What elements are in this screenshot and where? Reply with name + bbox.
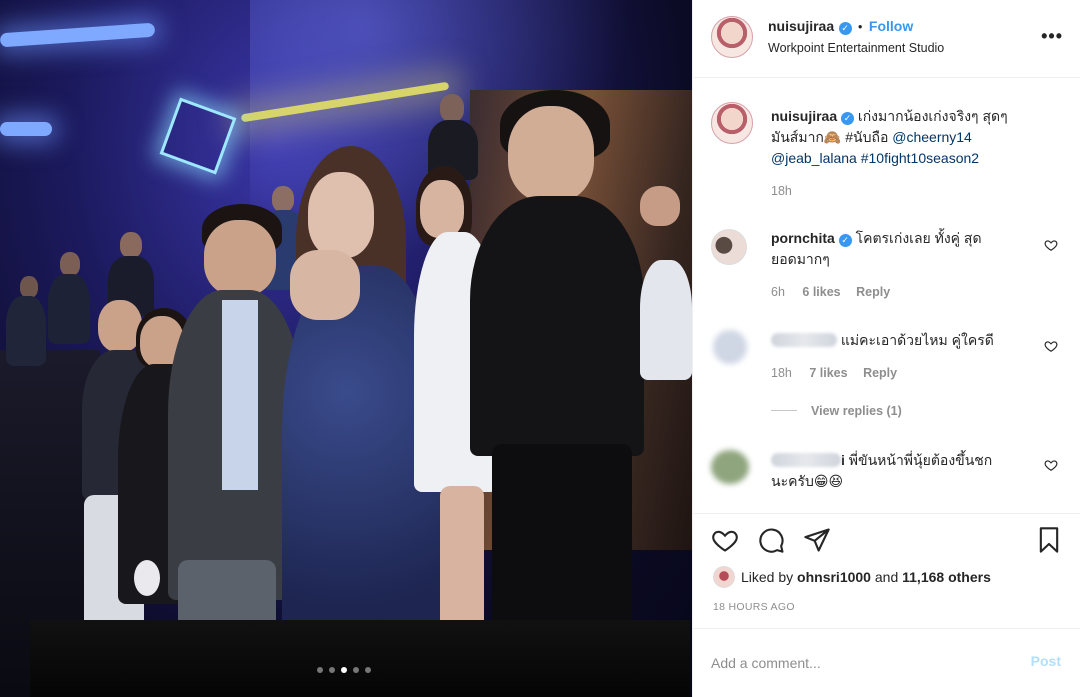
more-options-icon[interactable]: ••• <box>1041 26 1063 47</box>
comment-text: นะครับ😁😆 <box>771 473 844 489</box>
comment-text: พี่ขันหน้าพี่นุ้ยต้องขึ้นชก <box>848 452 993 468</box>
caption-text: มันส์มาก🙈 #นับถือ <box>771 129 889 145</box>
carousel-dot[interactable] <box>341 667 347 673</box>
location-link[interactable]: Workpoint Entertainment Studio <box>768 41 944 55</box>
share-paper-plane-icon[interactable] <box>803 526 831 554</box>
carousel-dot[interactable] <box>353 667 359 673</box>
blurred-username <box>771 333 837 347</box>
add-comment-bar: Post <box>693 628 1080 697</box>
verified-badge-icon: ✓ <box>841 112 855 125</box>
carousel-dot[interactable] <box>329 667 335 673</box>
stage-light-beam <box>0 122 52 136</box>
post-photo[interactable] <box>0 0 692 697</box>
likes-others-link[interactable]: 11,168 others <box>902 569 991 585</box>
mention-link[interactable]: @cheerny14 <box>892 129 972 145</box>
post-actions-bar <box>693 513 1080 561</box>
reply-button[interactable]: Reply <box>863 366 897 380</box>
avatar[interactable] <box>713 330 747 364</box>
blurred-username <box>771 453 841 467</box>
verified-badge-icon: ✓ <box>838 234 852 247</box>
add-comment-input[interactable] <box>711 651 1011 675</box>
avatar[interactable] <box>711 16 753 58</box>
comment-bubble-icon[interactable] <box>757 526 785 554</box>
carousel-dot[interactable] <box>317 667 323 673</box>
caption-time: 18h <box>771 184 792 198</box>
view-replies-label: View replies (1) <box>811 404 902 418</box>
avatar[interactable] <box>713 566 735 588</box>
mention-link[interactable]: @jeab_lalana <box>771 150 857 166</box>
stage-decoration <box>159 97 237 175</box>
like-comment-heart-icon[interactable] <box>1044 458 1058 472</box>
hashtag-link[interactable]: #10fight10season2 <box>861 150 979 166</box>
like-heart-icon[interactable] <box>711 526 739 554</box>
caption-text: เก่งมากน้องเก่งจริงๆ สุดๆ <box>857 108 1008 124</box>
post-header: nuisujiraa ✓ • Follow Workpoint Entertai… <box>693 0 1080 78</box>
follow-button[interactable]: Follow <box>869 18 913 34</box>
verified-badge-icon: ✓ <box>838 22 852 35</box>
comment-text: โคตรเก่งเลย ทั้งคู่ สุด <box>855 230 982 246</box>
header-username[interactable]: nuisujiraa <box>768 18 834 34</box>
like-comment-heart-icon[interactable] <box>1044 339 1058 353</box>
post-side-panel: nuisujiraa ✓ • Follow Workpoint Entertai… <box>692 0 1080 697</box>
foreground-seats <box>30 620 690 697</box>
avatar[interactable] <box>711 102 753 144</box>
comment-likes[interactable]: 7 likes <box>809 366 847 380</box>
view-replies-button[interactable]: View replies (1) <box>771 404 902 418</box>
likes-summary: Liked by ohnsri1000 and 11,168 others <box>713 566 991 588</box>
post-timestamp: 18 HOURS AGO <box>713 601 795 613</box>
post-comment-button[interactable]: Post <box>1031 653 1061 669</box>
comment-username-fragment[interactable]: i <box>841 452 845 468</box>
comment-time: 6h <box>771 285 785 299</box>
reply-button[interactable]: Reply <box>856 285 890 299</box>
carousel-indicator <box>317 667 371 673</box>
comment-text: ยอดมากๆ <box>771 251 830 267</box>
comment-text: แม่คะเอาด้วยไหม คู่ใครดี <box>840 332 994 348</box>
header-separator: • <box>858 20 863 34</box>
avatar[interactable] <box>711 229 747 265</box>
liked-by-and: and <box>874 569 899 585</box>
comment-username[interactable]: pornchita <box>771 230 835 246</box>
replies-divider <box>771 410 797 411</box>
carousel-dot[interactable] <box>365 667 371 673</box>
comment-likes[interactable]: 6 likes <box>802 285 840 299</box>
comment-time: 18h <box>771 366 792 380</box>
like-comment-heart-icon[interactable] <box>1044 238 1058 252</box>
caption-username[interactable]: nuisujiraa <box>771 108 837 124</box>
stage-light-beam <box>0 22 156 48</box>
liked-by-prefix: Liked by <box>741 569 794 585</box>
liked-by-user-link[interactable]: ohnsri1000 <box>797 569 871 585</box>
save-bookmark-icon[interactable] <box>1035 526 1063 554</box>
avatar[interactable] <box>711 450 749 484</box>
